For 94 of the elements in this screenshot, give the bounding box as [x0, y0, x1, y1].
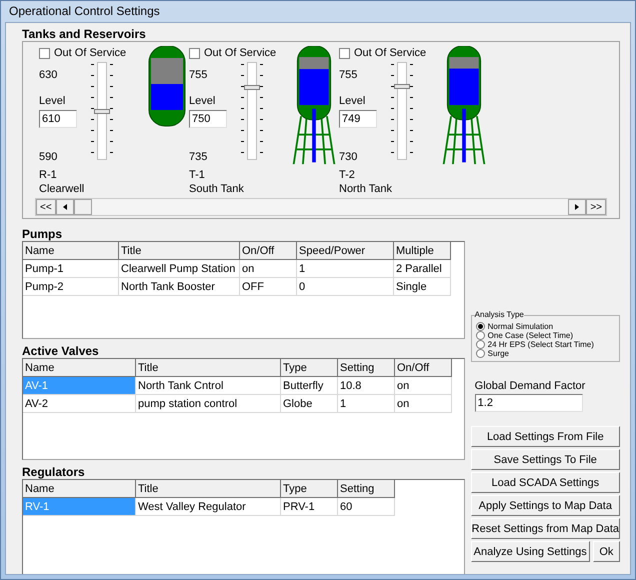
- level-slider[interactable]: [239, 62, 265, 160]
- section-title: Active Valves: [22, 344, 100, 358]
- tank-name: South Tank: [189, 182, 245, 196]
- section-title: Regulators: [22, 465, 86, 479]
- scroll-left-button[interactable]: [56, 199, 74, 215]
- column-header[interactable]: Name: [23, 242, 119, 260]
- table-cell[interactable]: North Tank Booster: [119, 278, 240, 296]
- level-label: Level: [189, 94, 216, 108]
- tank-name: Clearwell: [39, 182, 86, 196]
- table-cell[interactable]: on: [395, 395, 452, 413]
- table-cell[interactable]: Globe: [281, 395, 338, 413]
- action-button[interactable]: Load Settings From File: [470, 426, 620, 447]
- scroll-first-button[interactable]: <<: [36, 199, 56, 215]
- table-cell[interactable]: Clearwell Pump Station: [119, 260, 240, 278]
- table-cell[interactable]: 60: [338, 498, 395, 516]
- radio-button[interactable]: [476, 331, 485, 340]
- column-header[interactable]: Name: [23, 480, 136, 498]
- min-level-label: 735: [189, 150, 208, 164]
- table-cell[interactable]: North Tank Cntrol: [136, 377, 281, 395]
- table-cell[interactable]: 0: [297, 278, 394, 296]
- table-cell[interactable]: Single: [394, 278, 451, 296]
- column-header[interactable]: Setting: [338, 359, 395, 377]
- radio-button[interactable]: [476, 349, 485, 358]
- right-arrow-icon: [575, 204, 580, 210]
- level-slider[interactable]: [89, 62, 115, 160]
- table-cell[interactable]: PRV-1: [281, 498, 338, 516]
- radio-button[interactable]: [476, 340, 485, 349]
- tank-id: T-2: [339, 168, 356, 182]
- action-button[interactable]: Load SCADA Settings: [470, 472, 620, 493]
- action-button[interactable]: Apply Settings to Map Data: [470, 495, 620, 516]
- out-of-service-checkbox[interactable]: Out Of Service: [189, 46, 279, 60]
- level-input[interactable]: 610: [39, 110, 77, 128]
- column-header[interactable]: Setting: [338, 480, 395, 498]
- scroll-right-button[interactable]: [568, 199, 586, 215]
- radio-label[interactable]: Surge: [488, 349, 510, 358]
- table-cell[interactable]: 2 Parallel: [394, 260, 451, 278]
- column-header[interactable]: Type: [281, 359, 338, 377]
- out-of-service-checkbox[interactable]: Out Of Service: [339, 46, 429, 60]
- slider-thumb[interactable]: [244, 85, 260, 90]
- max-level-label: 755: [189, 68, 208, 82]
- horizontal-scrollbar[interactable]: << >>: [35, 198, 607, 216]
- radio-label[interactable]: One Case (Select Time): [488, 331, 574, 340]
- max-level-label: 755: [339, 68, 358, 82]
- min-level-label: 590: [39, 150, 58, 164]
- level-slider[interactable]: [389, 62, 415, 160]
- level-label: Level: [39, 94, 66, 108]
- table-cell[interactable]: on: [240, 260, 297, 278]
- table-cell[interactable]: OFF: [240, 278, 297, 296]
- left-arrow-icon: [62, 204, 67, 210]
- scroll-thumb[interactable]: [74, 199, 92, 215]
- scroll-last-button[interactable]: >>: [586, 199, 606, 215]
- table-cell[interactable]: pump station control: [136, 395, 281, 413]
- column-header[interactable]: Title: [119, 242, 240, 260]
- column-header[interactable]: On/Off: [395, 359, 452, 377]
- window-title: Operational Control Settings: [8, 3, 161, 20]
- level-input[interactable]: 749: [339, 110, 377, 128]
- column-header[interactable]: Name: [23, 359, 136, 377]
- tank-name: North Tank: [339, 182, 393, 196]
- table-cell[interactable]: on: [395, 377, 452, 395]
- level-input[interactable]: 750: [189, 110, 227, 128]
- level-label: Level: [339, 94, 366, 108]
- max-level-label: 630: [39, 68, 58, 82]
- table-cell[interactable]: Pump-2: [23, 278, 119, 296]
- ok-button[interactable]: Ok: [592, 541, 620, 562]
- table-cell[interactable]: Butterfly: [281, 377, 338, 395]
- column-header[interactable]: Multiple: [394, 242, 451, 260]
- section-title: Tanks and Reservoirs: [22, 27, 147, 41]
- column-header[interactable]: Type: [281, 480, 338, 498]
- slider-thumb[interactable]: [94, 108, 110, 114]
- field-label: Global Demand Factor: [474, 380, 586, 392]
- table-cell[interactable]: 10.8: [338, 377, 395, 395]
- group-title: Analysis Type: [474, 310, 524, 319]
- analyze-button[interactable]: Analyze Using Settings: [470, 541, 590, 562]
- radio-label[interactable]: 24 Hr EPS (Select Start Time): [488, 340, 594, 349]
- table-cell[interactable]: 1: [338, 395, 395, 413]
- column-header[interactable]: Speed/Power: [297, 242, 394, 260]
- column-header[interactable]: On/Off: [240, 242, 297, 260]
- column-header[interactable]: Title: [136, 480, 281, 498]
- table-cell[interactable]: AV-2: [23, 395, 136, 413]
- tank-id: T-1: [189, 168, 206, 182]
- table-cell[interactable]: Pump-1: [23, 260, 119, 278]
- tank-id: R-1: [39, 168, 58, 182]
- min-level-label: 730: [339, 150, 358, 164]
- column-header[interactable]: Title: [136, 359, 281, 377]
- table-cell[interactable]: West Valley Regulator: [136, 498, 281, 516]
- demand-factor-field[interactable]: 1.2: [474, 394, 583, 412]
- table-cell[interactable]: 1: [297, 260, 394, 278]
- action-button[interactable]: Reset Settings from Map Data: [470, 518, 620, 539]
- slider-thumb[interactable]: [394, 84, 410, 90]
- radio-label[interactable]: Normal Simulation: [488, 322, 554, 331]
- section-title: Pumps: [22, 227, 64, 241]
- radio-button[interactable]: [476, 322, 485, 331]
- action-button[interactable]: Save Settings To File: [470, 449, 620, 470]
- out-of-service-checkbox[interactable]: Out Of Service: [39, 46, 135, 60]
